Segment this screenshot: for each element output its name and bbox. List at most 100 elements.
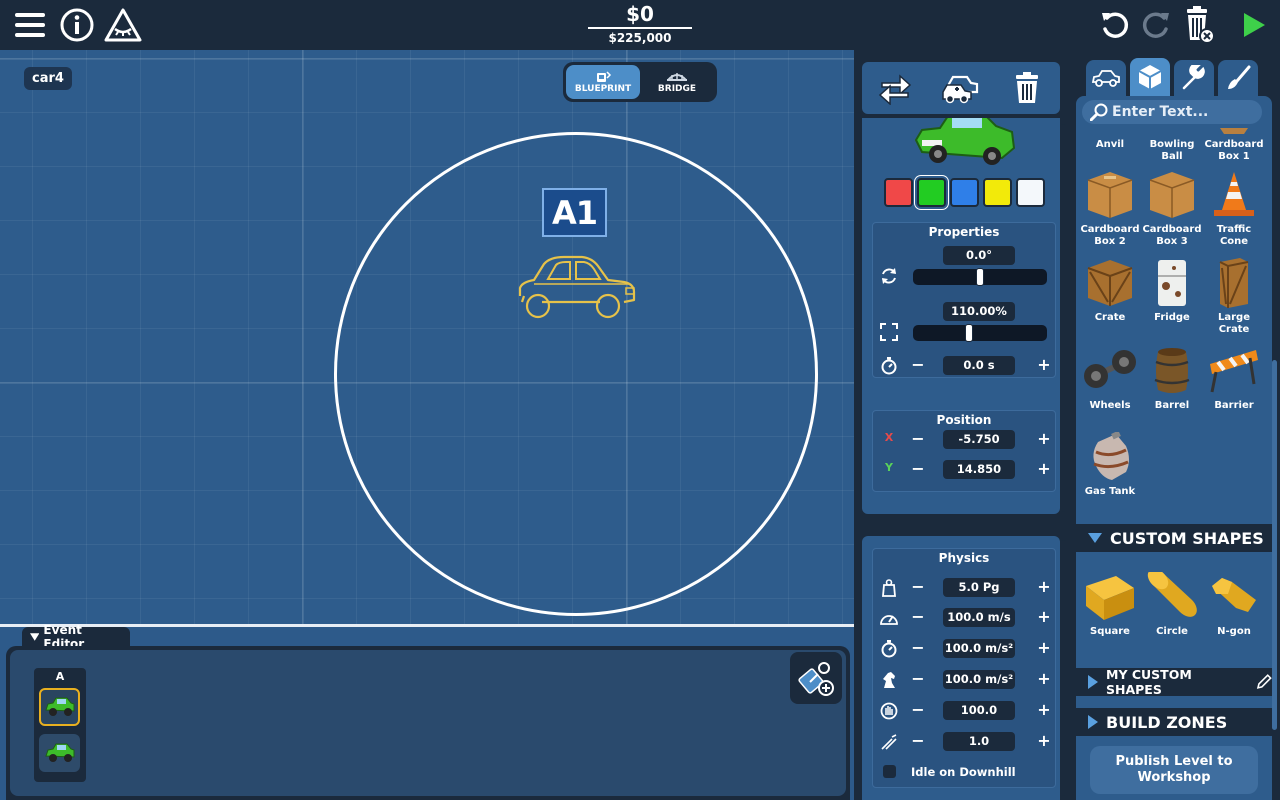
pos-y-value[interactable]: 14.850	[943, 460, 1015, 479]
play-icon[interactable]	[1234, 6, 1272, 44]
catalog-item-wheels[interactable]: Wheels	[1079, 346, 1141, 412]
barrier-icon	[1210, 350, 1258, 393]
delay-decrease-button[interactable]: −	[911, 357, 925, 373]
blueprint-mode-button[interactable]: BLUEPRINT	[566, 65, 640, 99]
rotation-slider[interactable]	[913, 268, 1047, 286]
tab-objects[interactable]	[1130, 58, 1170, 96]
catalog-item-large-crate[interactable]: Large Crate	[1203, 258, 1265, 336]
scale-slider-knob[interactable]	[965, 324, 973, 342]
spring-value[interactable]: 1.0	[943, 732, 1015, 751]
mass-increase-button[interactable]: +	[1037, 579, 1051, 595]
pos-y-decrease-button[interactable]: −	[911, 461, 925, 477]
pos-x-decrease-button[interactable]: −	[911, 431, 925, 447]
catalog-item-fridge[interactable]: Fridge	[1141, 258, 1203, 324]
circle-shape-icon	[1147, 568, 1197, 617]
catalog-item-crate[interactable]: Crate	[1079, 258, 1141, 324]
menu-icon[interactable]	[11, 6, 49, 44]
shape-circle[interactable]: Circle	[1141, 568, 1203, 638]
undo-icon[interactable]	[1096, 6, 1134, 44]
item-label: Cardboard Box 1	[1204, 139, 1264, 162]
properties-scrollbar[interactable]	[1061, 124, 1066, 512]
catalog-item-cardboard-box-3[interactable]: Cardboard Box 3	[1141, 170, 1203, 248]
color-swatch-red[interactable]	[884, 178, 913, 207]
catalog-search[interactable]	[1082, 100, 1262, 124]
pos-y-increase-button[interactable]: +	[1037, 461, 1051, 477]
bridge-mode-button[interactable]: BRIDGE	[640, 65, 714, 99]
duplicate-vehicle-button[interactable]	[941, 68, 981, 108]
square-shape-icon	[1086, 576, 1134, 620]
brake-value[interactable]: 100.0	[943, 701, 1015, 720]
speed-decrease-button[interactable]: −	[911, 609, 925, 625]
acceleration-decrease-button[interactable]: −	[911, 640, 925, 656]
rotation-slider-knob[interactable]	[976, 268, 984, 286]
delay-increase-button[interactable]: +	[1037, 357, 1051, 373]
catalog-item-traffic-cone[interactable]: Traffic Cone	[1203, 170, 1265, 248]
event-slot-car-2[interactable]	[39, 734, 80, 772]
catalog-item-cardboard-box-2[interactable]: Cardboard Box 2	[1079, 170, 1141, 248]
item-label: Barrel	[1154, 400, 1190, 411]
mass-value[interactable]: 5.0 Pg	[943, 578, 1015, 597]
catalog-item-cardboard-box-1[interactable]: Cardboard Box 1	[1203, 128, 1265, 163]
my-custom-shapes-header[interactable]: MY CUSTOM SHAPES	[1076, 667, 1272, 697]
barrel-icon	[1154, 348, 1190, 393]
idle-downhill-checkbox[interactable]	[883, 765, 896, 778]
x-axis-label: X	[884, 431, 894, 444]
delete-object-button[interactable]	[1007, 68, 1047, 108]
spring-decrease-button[interactable]: −	[911, 733, 925, 749]
brake-decrease-button[interactable]: −	[911, 702, 925, 718]
deceleration-decrease-button[interactable]: −	[911, 671, 925, 687]
event-timeline[interactable]: A	[10, 650, 846, 796]
object-name-tag[interactable]: car4	[24, 67, 72, 90]
deceleration-increase-button[interactable]: +	[1037, 671, 1051, 687]
max-speed-value[interactable]: 100.0 m/s	[943, 608, 1015, 627]
hide-ui-icon[interactable]	[104, 6, 142, 44]
pos-x-increase-button[interactable]: +	[1037, 431, 1051, 447]
speed-increase-button[interactable]: +	[1037, 609, 1051, 625]
shape-ngon[interactable]: N-gon	[1203, 572, 1265, 638]
mode-toggle: BLUEPRINT BRIDGE	[563, 62, 717, 102]
rotation-value[interactable]: 0.0°	[943, 246, 1015, 265]
catalog-item-gas-tank[interactable]: Gas Tank	[1079, 430, 1141, 498]
physics-scrollbar[interactable]	[1061, 540, 1066, 796]
search-input[interactable]	[1112, 104, 1252, 120]
publish-workshop-button[interactable]: Publish Level to Workshop	[1090, 746, 1258, 794]
catalog-item-anvil[interactable]: Anvil	[1079, 128, 1141, 151]
redo-icon[interactable]	[1137, 6, 1175, 44]
build-zones-header[interactable]: BUILD ZONES	[1076, 708, 1272, 736]
idle-downhill-label: Idle on Downhill	[911, 765, 1016, 779]
chevron-right-icon	[1088, 715, 1098, 729]
acceleration-increase-button[interactable]: +	[1037, 640, 1051, 656]
color-swatch-yellow[interactable]	[983, 178, 1012, 207]
delay-value[interactable]: 0.0 s	[943, 356, 1015, 375]
blueprint-icon	[597, 71, 612, 82]
acceleration-value[interactable]: 100.0 m/s²	[943, 639, 1015, 658]
brake-increase-button[interactable]: +	[1037, 702, 1051, 718]
tab-paint[interactable]	[1218, 60, 1258, 96]
scale-value[interactable]: 110.00%	[943, 302, 1015, 321]
shape-square[interactable]: Square	[1079, 572, 1141, 638]
tab-tools[interactable]	[1174, 60, 1214, 96]
event-slot-car-1[interactable]	[39, 688, 80, 726]
mass-decrease-button[interactable]: −	[911, 579, 925, 595]
tab-vehicles[interactable]	[1086, 60, 1126, 96]
catalog-item-barrier[interactable]: Barrier	[1203, 346, 1265, 412]
pos-x-value[interactable]: -5.750	[943, 430, 1015, 449]
ngon-shape-icon	[1212, 578, 1256, 612]
color-swatch-blue[interactable]	[950, 178, 979, 207]
event-editor-tab[interactable]: Event Editor	[22, 623, 130, 651]
deceleration-value[interactable]: 100.0 m/s²	[943, 670, 1015, 689]
scale-slider[interactable]	[913, 324, 1047, 342]
trigger-label[interactable]: A1	[542, 188, 607, 237]
add-event-button[interactable]	[790, 652, 842, 704]
catalog-item-bowling-ball[interactable]: Bowling Ball	[1141, 128, 1203, 163]
custom-shapes-header[interactable]: CUSTOM SHAPES	[1076, 524, 1272, 552]
spring-increase-button[interactable]: +	[1037, 733, 1051, 749]
info-icon[interactable]	[58, 6, 96, 44]
color-swatch-green[interactable]	[917, 178, 946, 207]
color-swatch-white[interactable]	[1016, 178, 1045, 207]
car-outline[interactable]	[514, 252, 640, 322]
catalog-scrollbar[interactable]	[1272, 360, 1277, 730]
catalog-item-barrel[interactable]: Barrel	[1141, 346, 1203, 412]
flip-button[interactable]	[875, 68, 915, 108]
trash-icon[interactable]	[1179, 6, 1217, 44]
